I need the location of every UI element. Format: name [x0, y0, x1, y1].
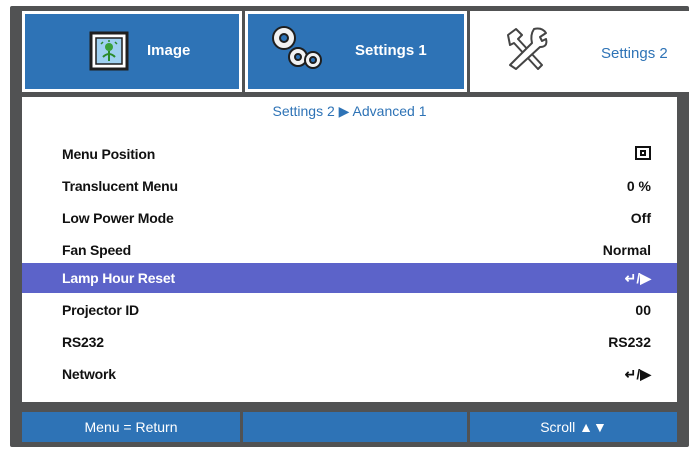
menu-item-translucent-menu[interactable]: Translucent Menu 0 %: [22, 172, 677, 200]
tools-icon: [507, 27, 548, 70]
tab-settings-1-label: Settings 1: [355, 42, 427, 59]
enter-arrow-icon: ↵/▶: [624, 269, 651, 286]
menu-item-lamp-hour-reset[interactable]: Lamp Hour Reset ↵/▶: [22, 263, 677, 293]
enter-arrow-icon: ↵/▶: [624, 365, 651, 382]
menu-item-value: RS232: [608, 334, 651, 350]
menu-item-low-power-mode[interactable]: Low Power Mode Off: [22, 204, 677, 232]
menu-item-label: Translucent Menu: [62, 178, 178, 194]
menu-item-menu-position[interactable]: Menu Position: [22, 140, 677, 168]
menu-item-fan-speed[interactable]: Fan Speed Normal: [22, 236, 677, 264]
menu-item-label: Projector ID: [62, 302, 139, 318]
menu-item-value: 0 %: [626, 178, 651, 194]
osd-frame: Image Settings 1 Settings 2 Settings 2 ▶…: [10, 6, 689, 447]
menu-item-value: Normal: [602, 242, 651, 258]
menu-item-label: Fan Speed: [62, 242, 131, 258]
menu-item-projector-id[interactable]: Projector ID 00: [22, 296, 677, 324]
tab-settings-1[interactable]: Settings 1: [245, 11, 467, 92]
menu-return-hint: Menu = Return: [22, 412, 240, 442]
scroll-hint: Scroll ▲▼: [470, 412, 677, 442]
tab-settings-2-label: Settings 2: [601, 45, 668, 62]
menu-item-label: Network: [62, 366, 116, 382]
menu-item-label: Low Power Mode: [62, 210, 174, 226]
menu-position-icon: [635, 145, 651, 163]
tab-image-label: Image: [147, 42, 191, 59]
menu-item-value: 00: [635, 302, 651, 318]
tab-image[interactable]: Image: [22, 11, 242, 92]
menu-item-label: Menu Position: [62, 146, 156, 162]
menu-item-label: RS232: [62, 334, 104, 350]
menu-item-label: Lamp Hour Reset: [62, 270, 175, 286]
menu-item-network[interactable]: Network ↵/▶: [22, 360, 677, 388]
footer-middle: [243, 412, 467, 442]
footer-bar: Menu = Return Scroll ▲▼: [22, 412, 677, 444]
menu-item-rs232[interactable]: RS232 RS232: [22, 328, 677, 356]
menu-item-value: Off: [630, 210, 651, 226]
tab-settings-2[interactable]: Settings 2: [470, 11, 689, 97]
image-icon: [89, 31, 129, 71]
gears-icon: [272, 26, 322, 69]
breadcrumb: Settings 2 ▶ Advanced 1: [272, 103, 427, 119]
settings-panel: Settings 2 ▶ Advanced 1 Menu Position Tr…: [22, 97, 677, 402]
